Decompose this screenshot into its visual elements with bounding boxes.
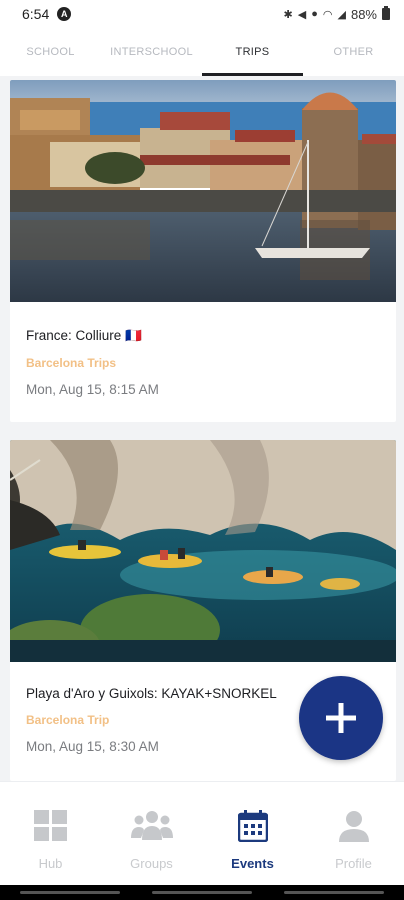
- tab-interschool[interactable]: INTERSCHOOL: [101, 28, 202, 76]
- gesture-handle: [284, 891, 384, 894]
- gesture-handle: [20, 891, 120, 894]
- gesture-bar: [0, 885, 404, 900]
- event-title: France: Colliure 🇫🇷: [26, 328, 142, 343]
- status-time: 6:54: [22, 6, 50, 22]
- nav-profile[interactable]: Profile: [303, 782, 404, 885]
- status-bar: 6:54 A ✱ ◀ ● ◠ ◢ 88%: [0, 0, 404, 28]
- location-icon: ●: [311, 8, 318, 20]
- bottom-navigation: Hub Groups Events Profile: [0, 781, 404, 885]
- nav-groups-label: Groups: [130, 856, 173, 871]
- tab-other[interactable]: OTHER: [303, 28, 404, 76]
- event-image-colliure[interactable]: [10, 80, 396, 302]
- nav-events[interactable]: Events: [202, 782, 303, 885]
- tab-trips[interactable]: TRIPS: [202, 28, 303, 76]
- gesture-handle: [152, 891, 252, 894]
- signal-icon: ◢: [337, 8, 346, 21]
- category-tabs: SCHOOL INTERSCHOOL TRIPS OTHER: [0, 28, 404, 76]
- bluetooth-icon: ✱: [283, 8, 293, 21]
- plus-icon: [326, 703, 356, 733]
- notification-a-icon: A: [57, 7, 72, 21]
- event-card[interactable]: France: Colliure 🇫🇷 Barcelona Trips Mon,…: [10, 80, 396, 422]
- nav-profile-label: Profile: [335, 856, 372, 871]
- event-date: Mon, Aug 15, 8:15 AM: [26, 382, 159, 397]
- kayak-photo: [10, 440, 396, 662]
- wifi-icon: ◠: [322, 8, 333, 21]
- event-organizer: Barcelona Trips: [26, 356, 117, 370]
- nav-hub[interactable]: Hub: [0, 782, 101, 885]
- tab-school[interactable]: SCHOOL: [0, 28, 101, 76]
- mute-icon: ◀: [297, 8, 307, 21]
- event-image-kayak[interactable]: [10, 440, 396, 662]
- person-icon: [338, 811, 369, 842]
- battery-icon: [382, 6, 390, 20]
- nav-events-label: Events: [231, 856, 274, 871]
- people-icon: [130, 811, 173, 840]
- battery-percent: 88%: [350, 6, 377, 22]
- add-event-button[interactable]: [299, 676, 383, 760]
- grid-icon: [33, 810, 67, 841]
- colliure-photo: [10, 80, 396, 302]
- calendar-icon: [237, 810, 268, 842]
- nav-groups[interactable]: Groups: [101, 782, 202, 885]
- nav-hub-label: Hub: [38, 856, 63, 871]
